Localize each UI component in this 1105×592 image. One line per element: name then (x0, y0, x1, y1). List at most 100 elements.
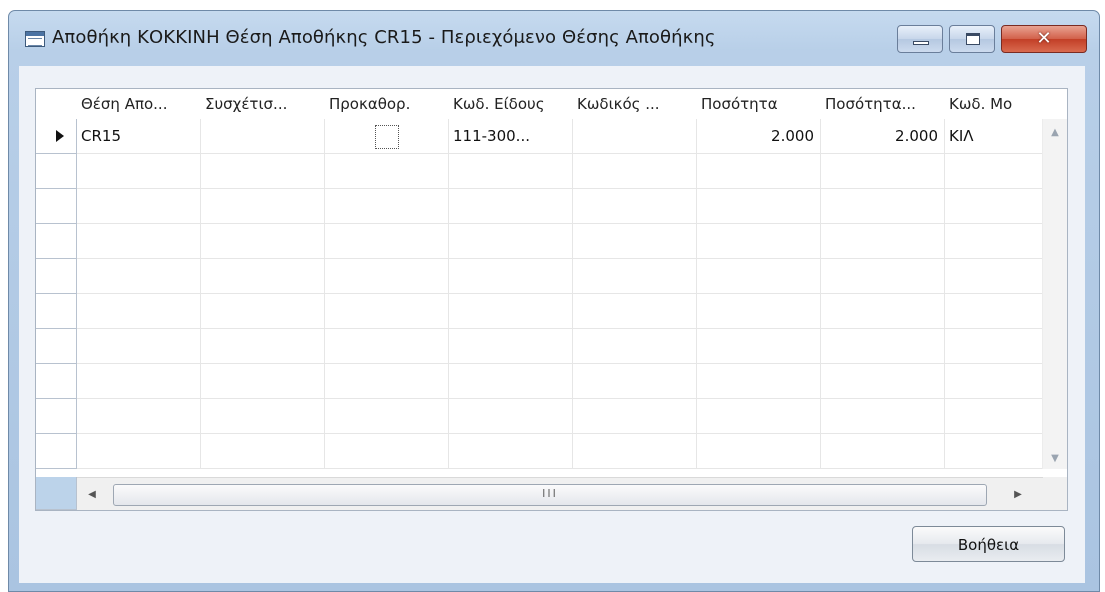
empty-cell[interactable] (325, 259, 449, 294)
empty-cell[interactable] (697, 399, 821, 434)
empty-cell[interactable] (573, 364, 697, 399)
empty-cell[interactable] (821, 399, 945, 434)
row-selector[interactable] (36, 259, 77, 294)
help-button[interactable]: Βοήθεια (912, 526, 1065, 562)
empty-cell[interactable] (325, 329, 449, 364)
empty-cell[interactable] (449, 329, 573, 364)
close-button[interactable]: ✕ (1001, 25, 1087, 53)
column-header-uom[interactable]: Κωδ. Μο (945, 89, 1043, 119)
empty-cell[interactable] (77, 294, 201, 329)
cell-association[interactable] (201, 119, 325, 154)
empty-cell[interactable] (821, 434, 945, 469)
empty-cell[interactable] (449, 399, 573, 434)
scroll-left-icon[interactable]: ◀ (77, 478, 107, 510)
empty-cell[interactable] (77, 154, 201, 189)
empty-cell[interactable] (945, 329, 1043, 364)
row-selector[interactable] (36, 294, 77, 329)
empty-cell[interactable] (573, 224, 697, 259)
row-selector[interactable] (36, 434, 77, 469)
empty-cell[interactable] (821, 294, 945, 329)
horizontal-scrollbar[interactable]: ◀ III ▶ (77, 477, 1043, 510)
empty-cell[interactable] (77, 329, 201, 364)
empty-cell[interactable] (449, 294, 573, 329)
row-selector-current[interactable] (36, 119, 77, 154)
default-checkbox[interactable] (375, 125, 399, 149)
empty-cell[interactable] (573, 294, 697, 329)
empty-cell[interactable] (821, 224, 945, 259)
scroll-up-icon[interactable]: ▲ (1043, 123, 1067, 143)
row-selector[interactable] (36, 364, 77, 399)
empty-cell[interactable] (449, 364, 573, 399)
empty-cell[interactable] (325, 399, 449, 434)
empty-cell[interactable] (573, 259, 697, 294)
cell-item-no[interactable]: 111-300... (449, 119, 573, 154)
column-header-association[interactable]: Συσχέτισ... (201, 89, 325, 119)
empty-cell[interactable] (325, 364, 449, 399)
empty-cell[interactable] (77, 399, 201, 434)
column-header-bin[interactable]: Θέση Απο... (77, 89, 201, 119)
empty-cell[interactable] (77, 259, 201, 294)
row-selector[interactable] (36, 154, 77, 189)
maximize-button[interactable] (949, 25, 995, 53)
row-selector[interactable] (36, 189, 77, 224)
empty-cell[interactable] (449, 259, 573, 294)
cell-bin[interactable]: CR15 (77, 119, 201, 154)
empty-cell[interactable] (821, 364, 945, 399)
column-header-quantity-base[interactable]: Ποσότητα... (821, 89, 945, 119)
empty-cell[interactable] (821, 329, 945, 364)
empty-cell[interactable] (573, 154, 697, 189)
empty-cell[interactable] (821, 259, 945, 294)
empty-cell[interactable] (325, 189, 449, 224)
empty-cell[interactable] (201, 154, 325, 189)
horizontal-scroll-thumb[interactable]: III (113, 484, 987, 506)
column-header-item-no[interactable]: Κωδ. Είδους (449, 89, 573, 119)
column-header-quantity[interactable]: Ποσότητα (697, 89, 821, 119)
empty-cell[interactable] (697, 154, 821, 189)
row-selector[interactable] (36, 224, 77, 259)
empty-cell[interactable] (201, 189, 325, 224)
empty-cell[interactable] (449, 434, 573, 469)
empty-cell[interactable] (325, 224, 449, 259)
cell-default[interactable] (325, 119, 449, 154)
row-selector[interactable] (36, 329, 77, 364)
column-header-code[interactable]: Κωδικός ... (573, 89, 697, 119)
empty-cell[interactable] (77, 189, 201, 224)
empty-cell[interactable] (325, 434, 449, 469)
empty-cell[interactable] (821, 189, 945, 224)
empty-cell[interactable] (573, 434, 697, 469)
empty-cell[interactable] (697, 364, 821, 399)
empty-cell[interactable] (573, 329, 697, 364)
empty-cell[interactable] (945, 259, 1043, 294)
empty-cell[interactable] (945, 224, 1043, 259)
empty-cell[interactable] (325, 154, 449, 189)
empty-cell[interactable] (945, 294, 1043, 329)
empty-cell[interactable] (201, 399, 325, 434)
empty-cell[interactable] (449, 154, 573, 189)
empty-cell[interactable] (697, 259, 821, 294)
cell-uom[interactable]: ΚΙΛ (945, 119, 1043, 154)
empty-cell[interactable] (325, 294, 449, 329)
scroll-right-icon[interactable]: ▶ (1003, 478, 1033, 510)
empty-cell[interactable] (945, 154, 1043, 189)
empty-cell[interactable] (449, 224, 573, 259)
empty-cell[interactable] (77, 224, 201, 259)
empty-cell[interactable] (573, 189, 697, 224)
empty-cell[interactable] (821, 154, 945, 189)
empty-cell[interactable] (573, 399, 697, 434)
column-header-default[interactable]: Προκαθορ. (325, 89, 449, 119)
empty-cell[interactable] (201, 294, 325, 329)
empty-cell[interactable] (697, 329, 821, 364)
cell-quantity-base[interactable]: 2.000 (821, 119, 945, 154)
cell-code[interactable] (573, 119, 697, 154)
empty-cell[interactable] (697, 224, 821, 259)
title-bar[interactable]: Αποθήκη ΚΟΚΚΙΝΗ Θέση Αποθήκης CR15 - Περ… (9, 11, 1099, 65)
empty-cell[interactable] (77, 434, 201, 469)
minimize-button[interactable] (897, 25, 943, 53)
empty-cell[interactable] (945, 434, 1043, 469)
empty-cell[interactable] (77, 364, 201, 399)
empty-cell[interactable] (201, 224, 325, 259)
scroll-down-icon[interactable]: ▼ (1043, 449, 1067, 469)
vertical-scrollbar[interactable]: ▲ ▼ (1042, 119, 1067, 469)
empty-cell[interactable] (201, 329, 325, 364)
empty-cell[interactable] (945, 189, 1043, 224)
